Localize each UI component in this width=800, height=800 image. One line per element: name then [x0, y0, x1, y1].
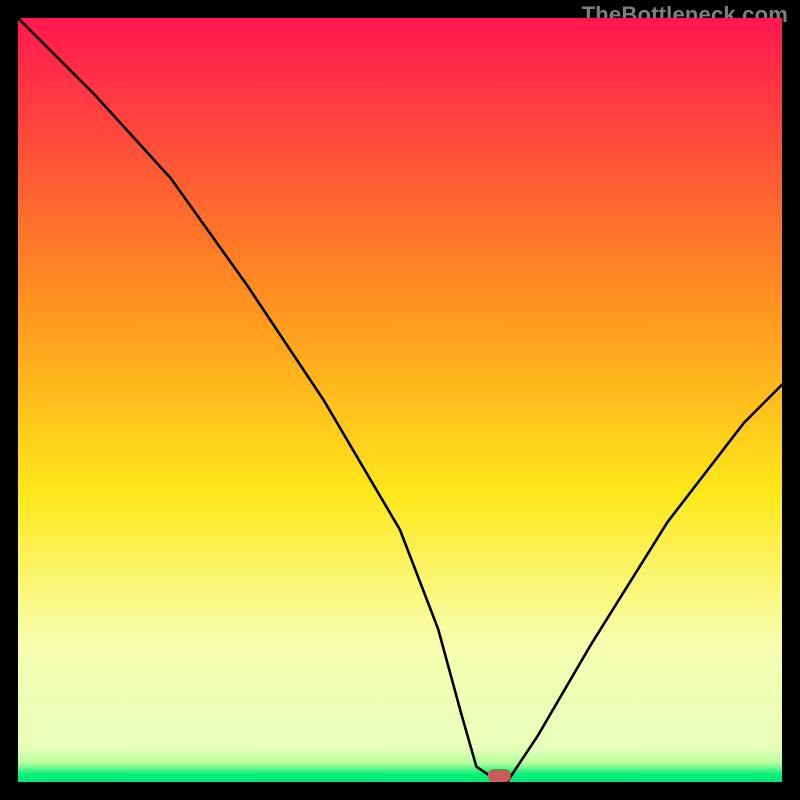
chart-svg — [18, 18, 782, 782]
gradient-background — [18, 18, 782, 782]
optimal-marker — [488, 769, 511, 782]
plot-area — [18, 18, 782, 782]
chart-frame: TheBottleneck.com — [0, 0, 800, 800]
